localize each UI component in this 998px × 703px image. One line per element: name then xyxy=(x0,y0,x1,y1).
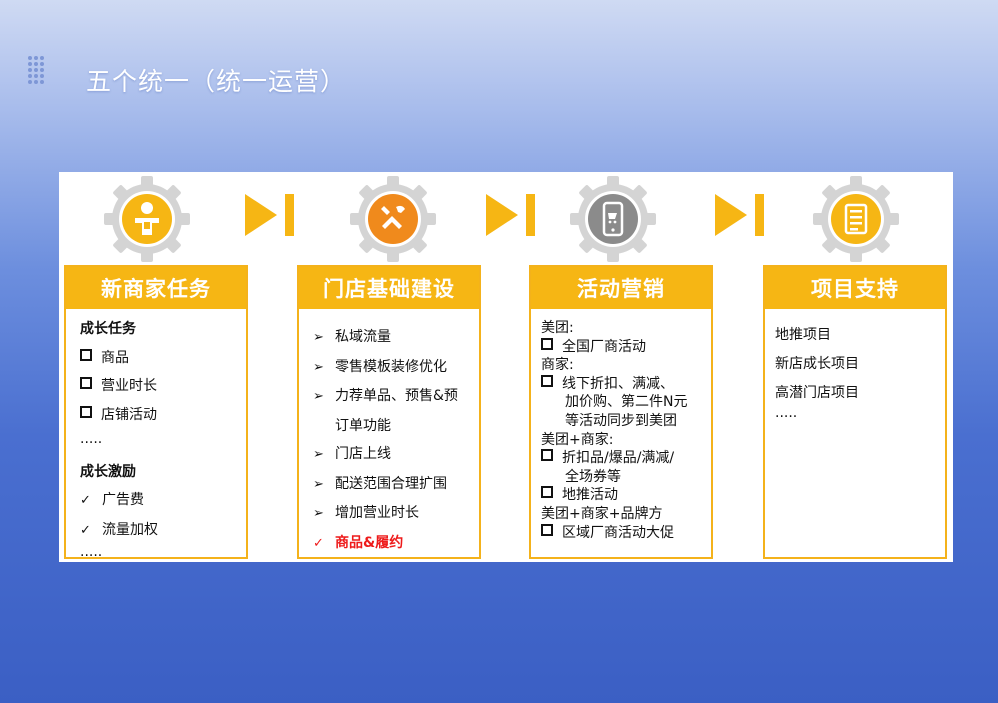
checkbox-icon xyxy=(541,449,553,462)
list-heading: 成长激励 xyxy=(80,463,136,480)
check-icon: ✓ xyxy=(80,493,91,508)
list-heading: 成长任务 xyxy=(80,321,136,337)
next-arrow-icon xyxy=(245,194,294,236)
arrow-bullet-icon: ➢ xyxy=(313,359,324,375)
list-item-continued: 全场券等 xyxy=(565,468,621,485)
list-item: 店铺活动 xyxy=(80,401,236,430)
list-item-continued: 订单功能 xyxy=(335,417,391,434)
ellipsis: ····· xyxy=(80,435,103,451)
arrow-bullet-icon: ➢ xyxy=(313,506,324,521)
list-item: ➢ 门店上线 xyxy=(313,440,469,470)
phone-cart-icon xyxy=(570,176,656,262)
title-dots-icon xyxy=(28,56,52,90)
checkbox-icon xyxy=(541,374,553,387)
list-item: ➢ 增加营业时长 xyxy=(313,499,469,529)
checkbox-icon xyxy=(80,377,92,389)
card-heading: 新商家任务 xyxy=(66,267,246,309)
list-item: ➢ 配送范围合理扩围 xyxy=(313,470,469,500)
ellipsis: ····· xyxy=(775,409,798,425)
arrow-bullet-icon: ➢ xyxy=(313,447,324,462)
card-new-merchant-tasks: 新商家任务 成长任务 商品 营业时长 店铺活动 ····· 成长激励 ✓ 广告费 … xyxy=(64,265,248,564)
check-icon: ✓ xyxy=(313,535,324,551)
checkbox-icon xyxy=(541,486,553,499)
list-item: ✓ 广告费 xyxy=(80,486,236,516)
check-icon: ✓ xyxy=(80,522,91,538)
list-item: 高潜门店项目 xyxy=(775,385,859,401)
card-heading: 活动营销 xyxy=(531,267,711,309)
list-item: 全国厂商活动 xyxy=(541,337,701,357)
group-label: 美团+商家+品牌方 xyxy=(541,505,663,522)
card-heading: 门店基础建设 xyxy=(299,267,479,309)
list-item: 新店成长项目 xyxy=(775,356,859,372)
list-item: 区域厂商活动大促 xyxy=(541,523,701,543)
list-item-continued: 等活动同步到美团 xyxy=(565,412,677,429)
list-item-highlight: ✓ 商品&履约 xyxy=(313,529,469,559)
list-item: 折扣品/爆品/满减/ xyxy=(541,449,701,468)
checkbox-icon xyxy=(541,523,553,536)
card-heading: 项目支持 xyxy=(765,267,945,309)
next-arrow-icon xyxy=(715,194,764,236)
list-item: 线下折扣、满减、 xyxy=(541,374,701,394)
card-activity-marketing: 活动营销 美团: 全国厂商活动 商家: 线下折扣、满减、 加价购、第二件N元 等… xyxy=(529,265,713,559)
checkbox-icon xyxy=(541,337,553,350)
document-icon xyxy=(813,176,899,262)
tools-icon xyxy=(350,176,436,262)
list-item: 营业时长 xyxy=(80,372,236,401)
page-title: 五个统一（统一运营） xyxy=(86,67,347,96)
list-item: ➢ 力荐单品、预售&预 xyxy=(313,382,469,412)
group-label: 美团: xyxy=(541,320,574,336)
list-item: 地推活动 xyxy=(541,486,701,505)
list-item: 商品 xyxy=(80,344,236,373)
arrow-bullet-icon: ➢ xyxy=(313,330,324,345)
list-item-continued: 加价购、第二件N元 xyxy=(565,394,688,411)
group-label: 美团+商家: xyxy=(541,431,614,448)
person-icon xyxy=(104,176,190,262)
flow-panel: 新商家任务 成长任务 商品 营业时长 店铺活动 ····· 成长激励 ✓ 广告费 … xyxy=(59,172,953,564)
card-store-infrastructure: 门店基础建设 ➢ 私域流量 ➢ 零售模板装修优化 ➢ 力荐单品、预售&预 订单功能 ➢… xyxy=(297,265,481,559)
group-label: 商家: xyxy=(541,357,574,374)
list-item: ✓ 流量加权 xyxy=(80,516,236,546)
ellipsis: ····· xyxy=(80,548,103,564)
card-project-support: 项目支持 地推项目 新店成长项目 高潜门店项目 ····· xyxy=(763,265,947,559)
list-item: ➢ 零售模板装修优化 xyxy=(313,353,469,383)
checkbox-icon xyxy=(80,405,92,418)
list-item: ➢ 私域流量 xyxy=(313,323,469,353)
list-item: 地推项目 xyxy=(775,327,831,343)
next-arrow-icon xyxy=(486,194,535,236)
arrow-bullet-icon: ➢ xyxy=(313,389,324,404)
arrow-bullet-icon: ➢ xyxy=(313,476,324,492)
checkbox-icon xyxy=(80,348,92,361)
